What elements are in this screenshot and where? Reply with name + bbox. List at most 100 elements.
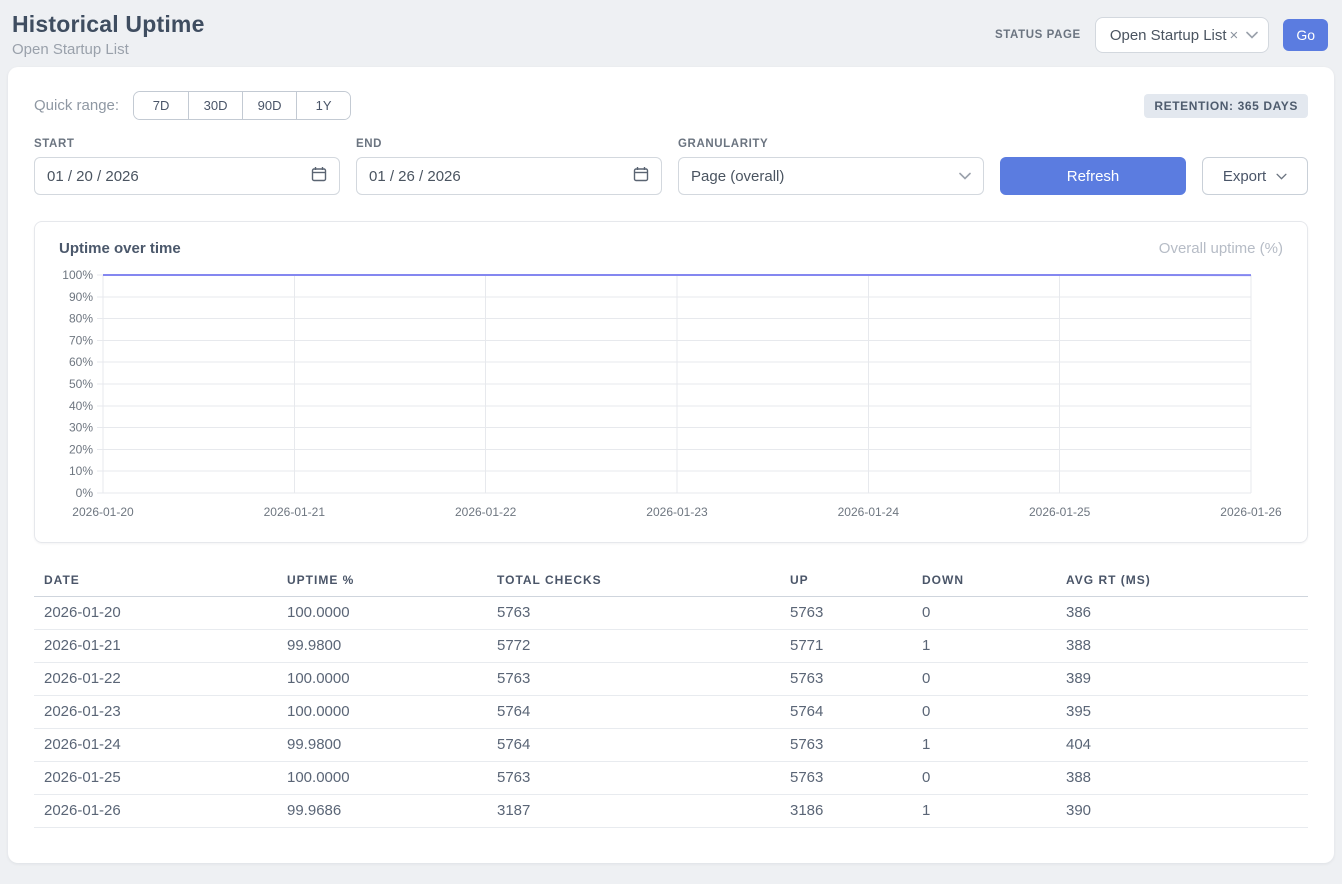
chart-title: Uptime over time [59, 240, 181, 257]
chevron-down-icon [1276, 173, 1287, 180]
end-date-field: END 01 / 26 / 2026 [356, 138, 662, 195]
table-cell: 5764 [487, 729, 780, 762]
svg-text:20%: 20% [69, 442, 93, 456]
uptime-table: DATEUPTIME %TOTAL CHECKSUPDOWNAVG RT (MS… [34, 565, 1308, 828]
svg-text:2026-01-24: 2026-01-24 [838, 505, 900, 519]
table-cell: 2026-01-25 [34, 762, 277, 795]
table-cell: 5764 [780, 696, 912, 729]
table-cell: 5763 [487, 597, 780, 630]
table-cell: 5763 [487, 663, 780, 696]
table-row: 2026-01-23100.0000576457640395 [34, 696, 1308, 729]
table-cell: 5763 [780, 663, 912, 696]
table-cell: 388 [1056, 630, 1308, 663]
svg-text:60%: 60% [69, 355, 93, 369]
start-date-input[interactable]: 01 / 20 / 2026 [34, 157, 340, 195]
svg-text:70%: 70% [69, 333, 93, 347]
granularity-label: GRANULARITY [678, 138, 984, 150]
svg-text:40%: 40% [69, 399, 93, 413]
start-date-value: 01 / 20 / 2026 [47, 168, 139, 185]
table-header-cell: UP [780, 565, 912, 597]
svg-text:2026-01-22: 2026-01-22 [455, 505, 517, 519]
svg-text:10%: 10% [69, 464, 93, 478]
status-page-select[interactable]: Open Startup List × [1095, 17, 1270, 53]
quick-range-90d-button[interactable]: 90D [242, 92, 296, 119]
table-cell: 5772 [487, 630, 780, 663]
end-date-value: 01 / 26 / 2026 [369, 168, 461, 185]
table-header-cell: UPTIME % [277, 565, 487, 597]
table-cell: 395 [1056, 696, 1308, 729]
table-cell: 5763 [487, 762, 780, 795]
calendar-icon[interactable] [633, 166, 649, 186]
svg-text:2026-01-20: 2026-01-20 [72, 505, 134, 519]
svg-text:90%: 90% [69, 290, 93, 304]
table-cell: 2026-01-22 [34, 663, 277, 696]
table-header-cell: DOWN [912, 565, 1056, 597]
start-date-label: START [34, 138, 340, 150]
page-title: Historical Uptime [12, 11, 205, 38]
table-row: 2026-01-20100.0000576357630386 [34, 597, 1308, 630]
end-date-input[interactable]: 01 / 26 / 2026 [356, 157, 662, 195]
table-cell: 1 [912, 630, 1056, 663]
table-row: 2026-01-25100.0000576357630388 [34, 762, 1308, 795]
uptime-line-chart: 0%10%20%30%40%50%60%70%80%90%100%2026-01… [51, 267, 1291, 525]
granularity-field: GRANULARITY Page (overall) [678, 138, 984, 195]
table-cell: 3187 [487, 795, 780, 828]
go-button[interactable]: Go [1283, 19, 1328, 51]
table-cell: 389 [1056, 663, 1308, 696]
table-cell: 1 [912, 729, 1056, 762]
export-button[interactable]: Export [1202, 157, 1308, 195]
table-cell: 386 [1056, 597, 1308, 630]
quick-range-label: Quick range: [34, 97, 119, 114]
table-row: 2026-01-22100.0000576357630389 [34, 663, 1308, 696]
table-cell: 388 [1056, 762, 1308, 795]
table-cell: 5764 [487, 696, 780, 729]
topbar: Historical Uptime Open Startup List STAT… [0, 0, 1342, 67]
end-date-label: END [356, 138, 662, 150]
status-page-controls: STATUS PAGE Open Startup List × Go [995, 17, 1328, 53]
chevron-down-icon [959, 172, 971, 180]
svg-text:2026-01-26: 2026-01-26 [1220, 505, 1282, 519]
table-cell: 100.0000 [277, 696, 487, 729]
quick-range-1y-button[interactable]: 1Y [296, 92, 350, 119]
table-header-cell: TOTAL CHECKS [487, 565, 780, 597]
table-row: 2026-01-2199.9800577257711388 [34, 630, 1308, 663]
quick-range-row: Quick range: 7D30D90D1Y RETENTION: 365 D… [34, 91, 1308, 120]
table-row: 2026-01-2499.9800576457631404 [34, 729, 1308, 762]
granularity-selected-value: Page (overall) [691, 168, 784, 185]
page-subtitle: Open Startup List [12, 41, 205, 58]
svg-text:2026-01-21: 2026-01-21 [264, 505, 326, 519]
main-card: Quick range: 7D30D90D1Y RETENTION: 365 D… [8, 67, 1334, 863]
table-cell: 0 [912, 663, 1056, 696]
granularity-select[interactable]: Page (overall) [678, 157, 984, 195]
svg-text:2026-01-23: 2026-01-23 [646, 505, 708, 519]
retention-badge: RETENTION: 365 DAYS [1144, 94, 1308, 118]
status-page-selected-value: Open Startup List [1110, 27, 1227, 44]
table-cell: 0 [912, 597, 1056, 630]
table-cell: 5763 [780, 597, 912, 630]
table-cell: 390 [1056, 795, 1308, 828]
quick-range-7d-button[interactable]: 7D [134, 92, 188, 119]
svg-text:30%: 30% [69, 421, 93, 435]
svg-text:0%: 0% [76, 486, 94, 500]
table-cell: 2026-01-21 [34, 630, 277, 663]
table-cell: 100.0000 [277, 597, 487, 630]
svg-text:50%: 50% [69, 377, 93, 391]
export-button-label: Export [1223, 168, 1266, 185]
table-header-cell: AVG RT (MS) [1056, 565, 1308, 597]
svg-text:100%: 100% [62, 268, 93, 282]
chart-legend: Overall uptime (%) [1159, 240, 1283, 257]
chevron-down-icon [1246, 31, 1258, 39]
clear-selection-icon[interactable]: × [1230, 27, 1239, 44]
svg-text:2026-01-25: 2026-01-25 [1029, 505, 1091, 519]
table-header-cell: DATE [34, 565, 277, 597]
title-block: Historical Uptime Open Startup List [12, 11, 205, 58]
refresh-button[interactable]: Refresh [1000, 157, 1186, 195]
calendar-icon[interactable] [311, 166, 327, 186]
table-cell: 0 [912, 696, 1056, 729]
table-cell: 2026-01-24 [34, 729, 277, 762]
table-cell: 1 [912, 795, 1056, 828]
start-date-field: START 01 / 20 / 2026 [34, 138, 340, 195]
status-page-label: STATUS PAGE [995, 29, 1081, 41]
quick-range-30d-button[interactable]: 30D [188, 92, 242, 119]
table-header-row: DATEUPTIME %TOTAL CHECKSUPDOWNAVG RT (MS… [34, 565, 1308, 597]
